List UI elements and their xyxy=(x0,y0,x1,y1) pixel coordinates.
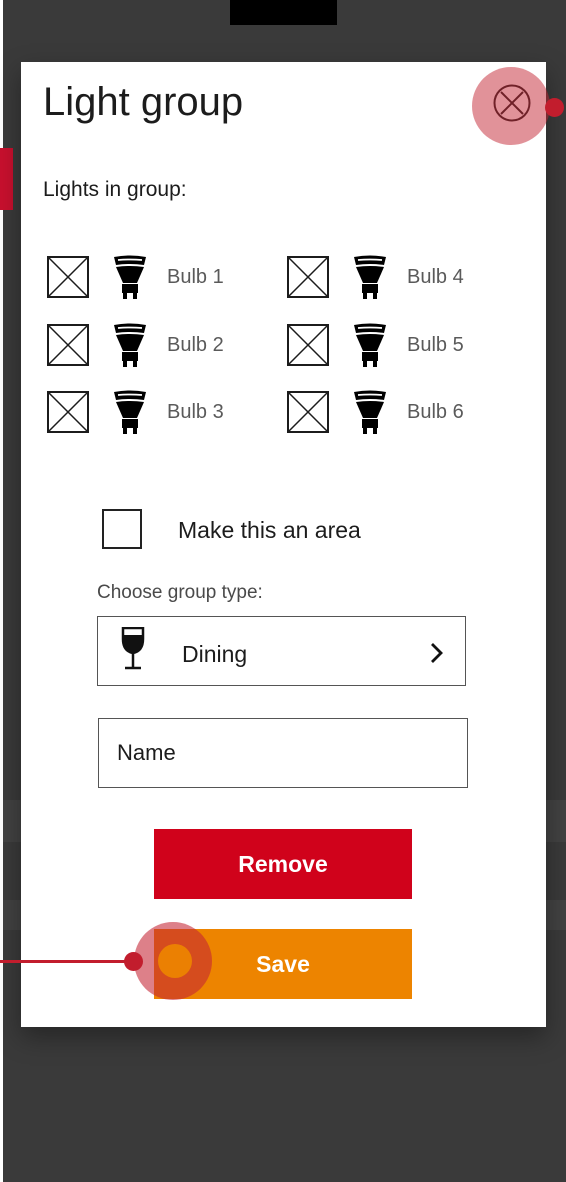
light-group-dialog: Light group Lights in group: Bulb 1 Bulb… xyxy=(21,62,546,1027)
dialog-title: Light group xyxy=(43,80,244,124)
area-checkbox[interactable] xyxy=(102,509,142,549)
spot-bulb-icon xyxy=(354,255,386,299)
background-side-tab xyxy=(0,148,13,210)
lights-in-group-label: Lights in group: xyxy=(43,178,187,201)
bulb-item[interactable]: Bulb 5 xyxy=(287,323,464,367)
spot-bulb-icon xyxy=(114,390,146,434)
annotation-dot xyxy=(124,952,143,971)
annotation-line xyxy=(0,960,132,963)
bulb-label: Bulb 6 xyxy=(407,400,464,423)
chevron-right-icon xyxy=(431,643,443,663)
checkbox-checked-icon[interactable] xyxy=(287,391,329,433)
background-header-tab xyxy=(230,0,337,25)
bulb-label: Bulb 3 xyxy=(167,400,224,423)
spot-bulb-icon xyxy=(354,390,386,434)
bulb-label: Bulb 4 xyxy=(407,265,464,288)
group-type-select[interactable]: Dining xyxy=(97,616,466,686)
area-label: Make this an area xyxy=(178,517,361,543)
remove-button[interactable]: Remove xyxy=(154,829,412,899)
checkbox-checked-icon[interactable] xyxy=(47,324,89,366)
checkbox-checked-icon[interactable] xyxy=(47,256,89,298)
spot-bulb-icon xyxy=(114,255,146,299)
bulb-label: Bulb 5 xyxy=(407,333,464,356)
spot-bulb-icon xyxy=(354,323,386,367)
bulb-item[interactable]: Bulb 2 xyxy=(47,323,224,367)
bulb-item[interactable]: Bulb 1 xyxy=(47,255,224,299)
bulb-item[interactable]: Bulb 4 xyxy=(287,255,464,299)
touch-indicator xyxy=(472,67,550,145)
wine-glass-icon xyxy=(121,627,145,670)
name-field[interactable] xyxy=(98,718,468,788)
checkbox-checked-icon[interactable] xyxy=(287,256,329,298)
group-type-label: Choose group type: xyxy=(97,582,263,603)
bulb-label: Bulb 1 xyxy=(167,265,224,288)
checkbox-checked-icon[interactable] xyxy=(47,391,89,433)
annotation-dot xyxy=(545,98,564,117)
group-type-value: Dining xyxy=(182,641,248,667)
touch-indicator-core xyxy=(158,944,192,978)
checkbox-checked-icon[interactable] xyxy=(287,324,329,366)
spot-bulb-icon xyxy=(114,323,146,367)
bulb-item[interactable]: Bulb 3 xyxy=(47,390,224,434)
bulb-item[interactable]: Bulb 6 xyxy=(287,390,464,434)
bulb-label: Bulb 2 xyxy=(167,333,224,356)
